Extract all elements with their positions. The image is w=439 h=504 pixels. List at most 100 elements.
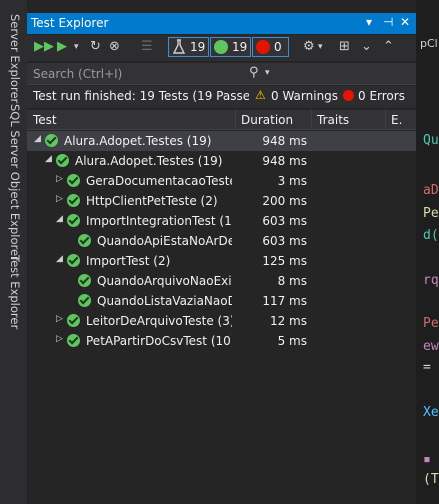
code-fragment: ▪ [423, 452, 431, 467]
tree-expander-icon[interactable]: ◢ [56, 254, 63, 264]
test-duration: 948 ms [262, 134, 307, 148]
passed-icon [67, 214, 80, 227]
run-icon[interactable]: ▶ [57, 39, 67, 54]
code-fragment: Pe [423, 316, 439, 331]
warnings-label[interactable]: 0 Warnings [271, 89, 338, 103]
collapse-all-icon[interactable]: ⌃ [383, 39, 394, 54]
column-error[interactable]: E. [391, 113, 402, 127]
cancel-run-icon[interactable]: ⊗ [109, 39, 120, 54]
group-by-icon[interactable]: ⊞ [339, 39, 350, 54]
search-options-dropdown[interactable]: ▾ [265, 68, 270, 78]
run-all-icon[interactable]: ▶▶ [34, 39, 54, 54]
column-test[interactable]: Test [33, 113, 57, 127]
status-bar: Test run finished: 19 Tests (19 Passed, … [27, 86, 416, 108]
test-name: Alura.Adopet.Testes (19) [75, 154, 223, 168]
code-fragment: d( [423, 228, 439, 243]
tree-expander-icon[interactable]: ◢ [45, 154, 52, 164]
run-dropdown-icon[interactable]: ▾ [74, 42, 79, 52]
test-name: QuandoApiEstaNoArDe... [97, 234, 232, 248]
test-duration: 5 ms [277, 334, 307, 348]
test-duration: 12 ms [269, 314, 307, 328]
code-fragment: ew [423, 339, 439, 354]
errors-label[interactable]: 0 Errors [358, 89, 405, 103]
test-tree-row[interactable]: ◢ ImportIntegrationTest (1) 603 ms [27, 211, 416, 231]
test-duration: 948 ms [262, 154, 307, 168]
passed-icon [67, 194, 80, 207]
passed-icon [214, 40, 228, 54]
passed-icon [78, 294, 91, 307]
test-name: QuandoArquivoNaoExis... [97, 274, 232, 288]
tree-expander-icon[interactable]: ◢ [34, 134, 41, 144]
test-duration: 603 ms [262, 234, 307, 248]
search-bar: Search (Ctrl+I) ⚲ ▾ [27, 63, 416, 85]
close-button[interactable]: ✕ [400, 15, 410, 29]
failed-icon [256, 40, 270, 54]
test-tree-row[interactable]: ◢ Alura.Adopet.Testes (19) 948 ms [27, 151, 416, 171]
test-name: QuandoListaVaziaNaoD... [97, 294, 232, 308]
code-fragment: Qu [423, 133, 439, 148]
window-dropdown-button[interactable]: ▾ [366, 15, 372, 29]
test-tree-row[interactable]: ▷ HttpClientPetTeste (2) 200 ms [27, 191, 416, 211]
tree-expander-icon[interactable]: ▷ [56, 334, 63, 344]
test-tree-row[interactable]: QuandoArquivoNaoExis... 8 ms [27, 271, 416, 291]
passed-icon [67, 174, 80, 187]
code-fragment: Pe [423, 206, 439, 221]
tree-expander-icon[interactable]: ▷ [56, 194, 63, 204]
repeat-last-run-icon[interactable]: ↻ [90, 39, 101, 54]
code-fragment: (T [423, 472, 439, 487]
test-duration: 125 ms [262, 254, 307, 268]
side-tab-sql-server-object-explorer[interactable]: SQL Server Object Explorer [6, 104, 22, 261]
test-tree: ◢ Alura.Adopet.Testes (19) 948 ms ◢ Alura.Ad… [27, 131, 416, 351]
pin-button[interactable]: ⊣ [383, 15, 393, 29]
tree-expander-icon[interactable]: ◢ [56, 214, 63, 224]
passed-count: 19 [232, 40, 248, 54]
test-tree-row[interactable]: ▷ LeitorDeArquivoTeste (3) 12 ms [27, 311, 416, 331]
test-tree-row[interactable]: ◢ ImportTest (2) 125 ms [27, 251, 416, 271]
flask-icon [172, 39, 186, 54]
test-tree-row[interactable]: QuandoListaVaziaNaoD... 117 ms [27, 291, 416, 311]
passed-icon [45, 134, 58, 147]
window-title: Test Explorer [31, 16, 109, 30]
side-tab-server-explorer[interactable]: Server Explorer [6, 14, 22, 103]
column-traits[interactable]: Traits [317, 113, 349, 127]
search-icon[interactable]: ⚲ [249, 65, 259, 80]
search-input[interactable]: Search (Ctrl+I) [33, 67, 122, 81]
passed-icon [78, 274, 91, 287]
test-name: ImportTest (2) [86, 254, 171, 268]
code-fragment: rqu [423, 273, 439, 288]
test-name: PetAPartirDoCsvTest (10) [86, 334, 232, 348]
failed-tests-filter-button[interactable]: 0 [252, 37, 289, 57]
editor-tab[interactable]: pCl [420, 37, 438, 50]
total-tests-filter-button[interactable]: 19 [168, 37, 209, 57]
passed-icon [56, 154, 69, 167]
test-tree-row[interactable]: ▷ GeraDocumentacaoTeste (... 3 ms [27, 171, 416, 191]
test-name: GeraDocumentacaoTeste (... [86, 174, 232, 188]
test-duration: 117 ms [262, 294, 307, 308]
passed-icon [67, 334, 80, 347]
test-tree-row[interactable]: QuandoApiEstaNoArDe... 603 ms [27, 231, 416, 251]
toolbar: ▶▶ ▶ ▾ ↻ ⊗ ☰ 19 19 0 ⚙ ▾ ⊞ ⌄ ⌃ [27, 35, 416, 61]
passed-icon [67, 314, 80, 327]
passed-tests-filter-button[interactable]: 19 [210, 37, 251, 57]
total-count: 19 [190, 40, 206, 54]
code-fragment: aD [423, 183, 439, 198]
column-header: Test Duration Traits E. [27, 110, 416, 130]
test-tree-row[interactable]: ▷ PetAPartirDoCsvTest (10) 5 ms [27, 331, 416, 351]
column-duration[interactable]: Duration [241, 113, 293, 127]
test-tree-row[interactable]: ◢ Alura.Adopet.Testes (19) 948 ms [27, 131, 416, 151]
tree-expander-icon[interactable]: ▷ [56, 314, 63, 324]
test-explorer-panel: Test Explorer ▾ ⊣ ✕ ▶▶ ▶ ▾ ↻ ⊗ ☰ 19 19 0… [27, 13, 416, 504]
expand-all-icon[interactable]: ⌄ [361, 39, 372, 54]
side-tab-test-explorer[interactable]: Test Explorer [6, 255, 22, 329]
settings-dropdown-icon[interactable]: ▾ [318, 42, 323, 52]
run-summary: Test run finished: 19 Tests (19 Passed, … [33, 89, 284, 103]
error-icon [343, 90, 354, 101]
tree-expander-icon[interactable]: ▷ [56, 174, 63, 184]
test-settings-icon[interactable]: ⚙ [303, 39, 315, 54]
playlist-icon[interactable]: ☰ [141, 39, 153, 54]
title-bar: Test Explorer ▾ ⊣ ✕ [27, 13, 416, 34]
test-duration: 200 ms [262, 194, 307, 208]
test-name: Alura.Adopet.Testes (19) [64, 134, 212, 148]
code-fragment: Xe [423, 405, 439, 420]
passed-icon [67, 254, 80, 267]
